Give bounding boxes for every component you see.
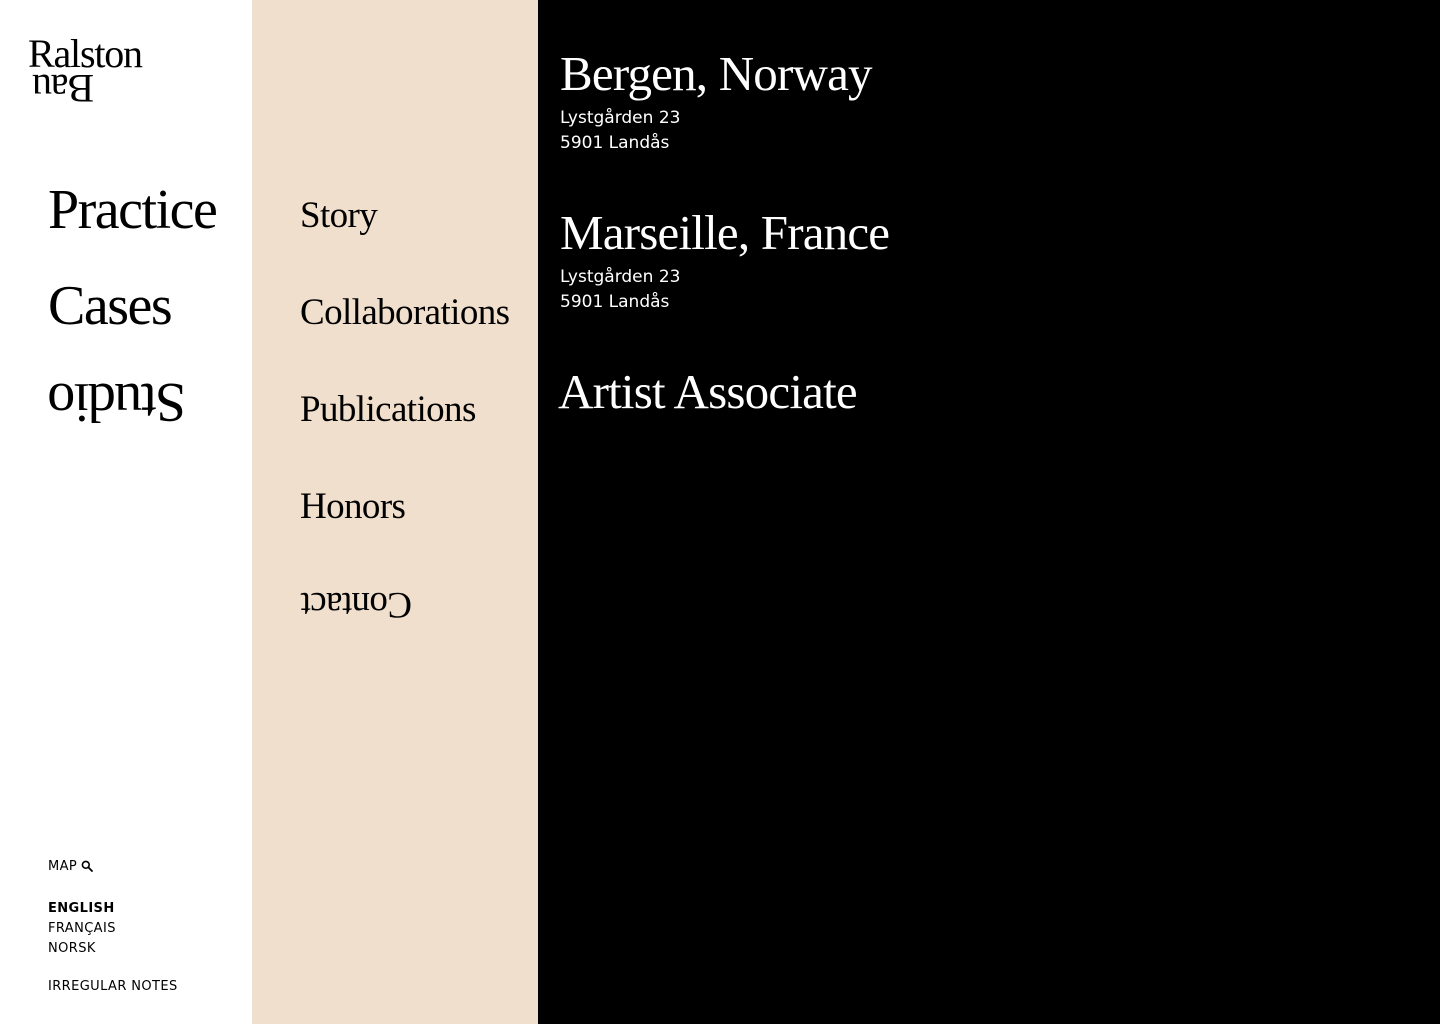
language-francais[interactable]: FRANÇAIS [48, 919, 116, 939]
office-marseille: Marseille, France Lystgården 23 5901 Lan… [560, 205, 1420, 315]
search-icon [81, 860, 94, 872]
subnav-item-collaborations[interactable]: Collaborations [300, 291, 510, 335]
language-switcher: ENGLISH FRANÇAIS NORSK [48, 899, 116, 959]
primary-nav-panel: Ralston Bau Practice Cases Studio MAP EN… [0, 0, 252, 1024]
office-address: Lystgården 23 5901 Landås [560, 265, 1420, 315]
brand-logo[interactable]: Ralston Bau [28, 34, 168, 112]
content-panel: Bergen, Norway Lystgården 23 5901 Landås… [538, 0, 1440, 1024]
office-address: Lystgården 23 5901 Landås [560, 106, 1420, 156]
logo-line-2: Bau [33, 66, 94, 111]
address-line-1: Lystgården 23 [560, 108, 681, 128]
map-label: MAP [48, 859, 78, 874]
address-line-2: 5901 Landås [560, 292, 670, 312]
office-bergen: Bergen, Norway Lystgården 23 5901 Landås [560, 46, 1420, 156]
address-line-1: Lystgården 23 [560, 267, 681, 287]
language-norsk[interactable]: NORSK [48, 939, 116, 959]
section-title: Artist Associate [558, 364, 858, 419]
office-title: Bergen, Norway [560, 46, 873, 101]
irregular-notes-link[interactable]: IRREGULAR NOTES [48, 977, 178, 997]
nav-item-cases[interactable]: Cases [48, 276, 173, 336]
map-link[interactable]: MAP [48, 857, 94, 877]
language-english[interactable]: ENGLISH [48, 899, 116, 919]
nav-item-studio[interactable]: Studio [49, 371, 186, 433]
nav-item-practice[interactable]: Practice [48, 180, 218, 240]
subnav-item-publications[interactable]: Publications [300, 388, 476, 432]
office-title: Marseille, France [560, 205, 890, 260]
artist-associate-section: Artist Associate [558, 364, 1418, 420]
secondary-nav-panel: Story Collaborations Publications Honors… [252, 0, 538, 1024]
address-line-2: 5901 Landås [560, 133, 670, 153]
subnav-item-contact[interactable]: Contact [301, 582, 412, 626]
subnav-item-story[interactable]: Story [300, 194, 378, 238]
subnav-item-honors[interactable]: Honors [300, 485, 406, 529]
